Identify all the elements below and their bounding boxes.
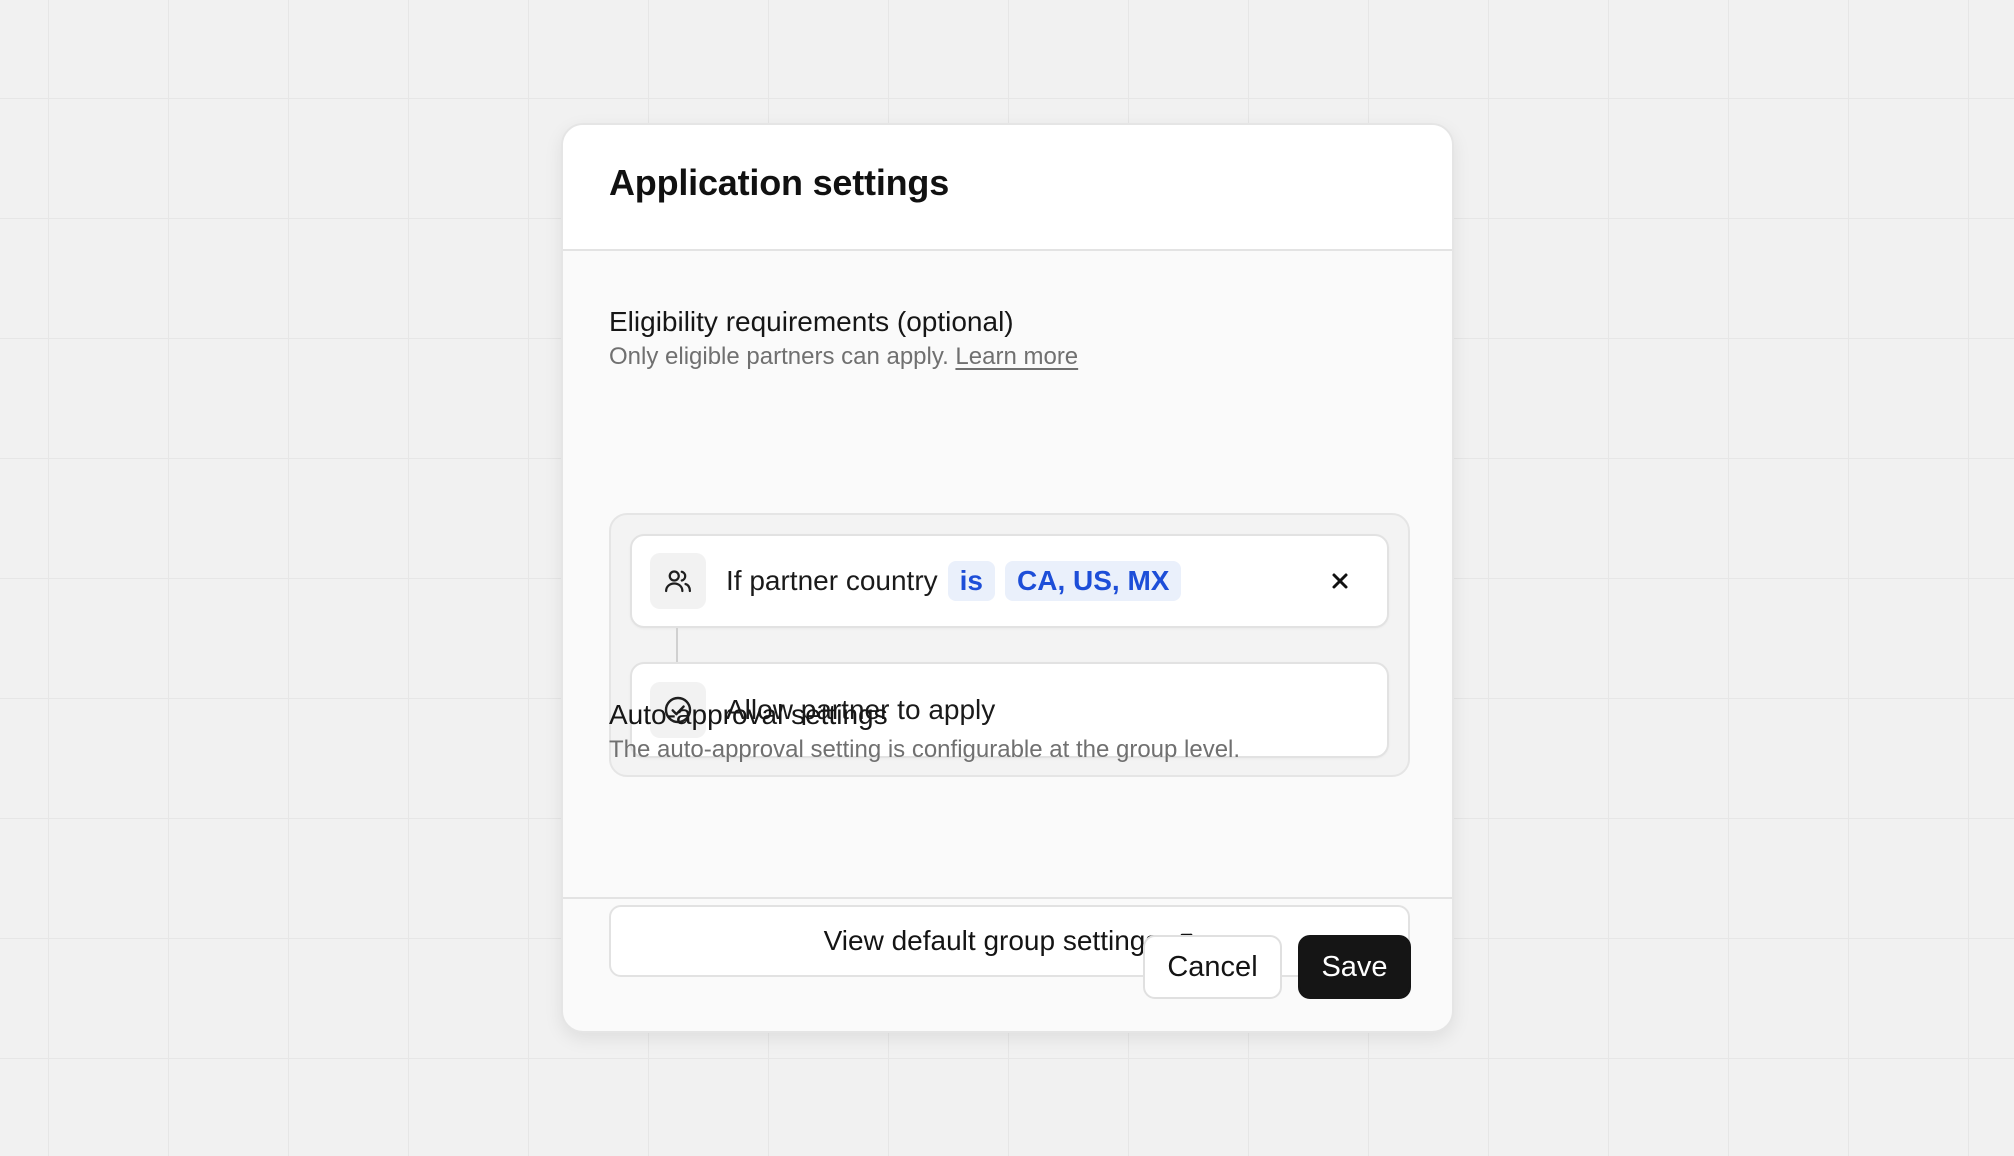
remove-condition-button[interactable]: [1327, 568, 1353, 594]
eligibility-section-description: Only eligible partners can apply. Learn …: [609, 343, 1078, 371]
eligibility-section-title: Eligibility requirements (optional): [609, 306, 1014, 337]
eligibility-description-text: Only eligible partners can apply.: [609, 343, 949, 370]
modal-title: Application settings: [609, 162, 950, 203]
close-icon: [1332, 573, 1348, 589]
auto-approval-section-description: The auto-approval setting is configurabl…: [609, 736, 1241, 763]
condition-rule-card[interactable]: If partner country is CA, US, MX: [630, 534, 1389, 628]
save-button[interactable]: Save: [1298, 935, 1411, 999]
application-settings-modal: Application settings Eligibility require…: [561, 123, 1454, 1033]
users-icon: [650, 553, 706, 609]
condition-operator-pill[interactable]: is: [947, 561, 996, 601]
learn-more-link[interactable]: Learn more: [955, 343, 1078, 370]
modal-header: Application settings: [563, 125, 1452, 251]
condition-text: If partner country: [726, 565, 938, 596]
rule-connector-line: [676, 628, 678, 662]
cancel-button[interactable]: Cancel: [1143, 935, 1282, 999]
modal-footer: Cancel Save: [563, 899, 1452, 1031]
condition-values-pill[interactable]: CA, US, MX: [1005, 561, 1182, 601]
auto-approval-section-title: Auto-approval settings: [609, 699, 888, 730]
modal-body: Eligibility requirements (optional) Only…: [563, 251, 1452, 977]
